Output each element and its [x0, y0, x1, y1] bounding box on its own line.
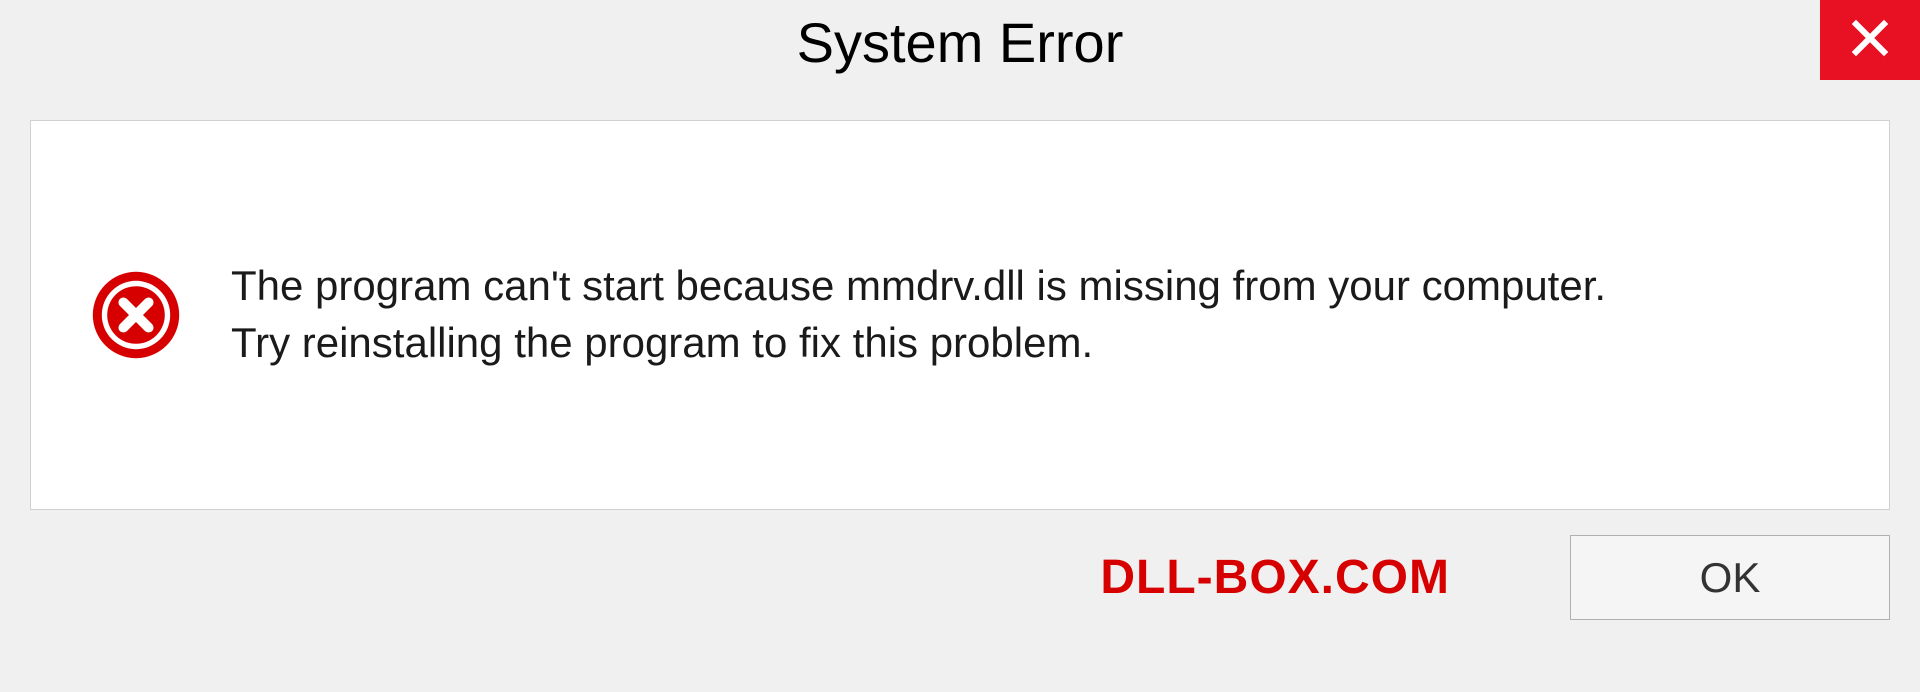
error-message-line2: Try reinstalling the program to fix this… — [231, 315, 1829, 372]
close-button[interactable] — [1820, 0, 1920, 80]
error-message: The program can't start because mmdrv.dl… — [231, 258, 1829, 371]
error-message-line1: The program can't start because mmdrv.dl… — [231, 258, 1829, 315]
title-bar: System Error — [0, 0, 1920, 100]
error-icon — [91, 270, 181, 360]
close-icon — [1850, 18, 1890, 63]
ok-button[interactable]: OK — [1570, 535, 1890, 620]
bottom-bar: DLL-BOX.COM OK — [0, 510, 1920, 620]
watermark-text: DLL-BOX.COM — [1100, 550, 1450, 605]
dialog-title: System Error — [797, 10, 1124, 75]
content-panel: The program can't start because mmdrv.dl… — [30, 120, 1890, 510]
ok-button-label: OK — [1700, 554, 1761, 602]
